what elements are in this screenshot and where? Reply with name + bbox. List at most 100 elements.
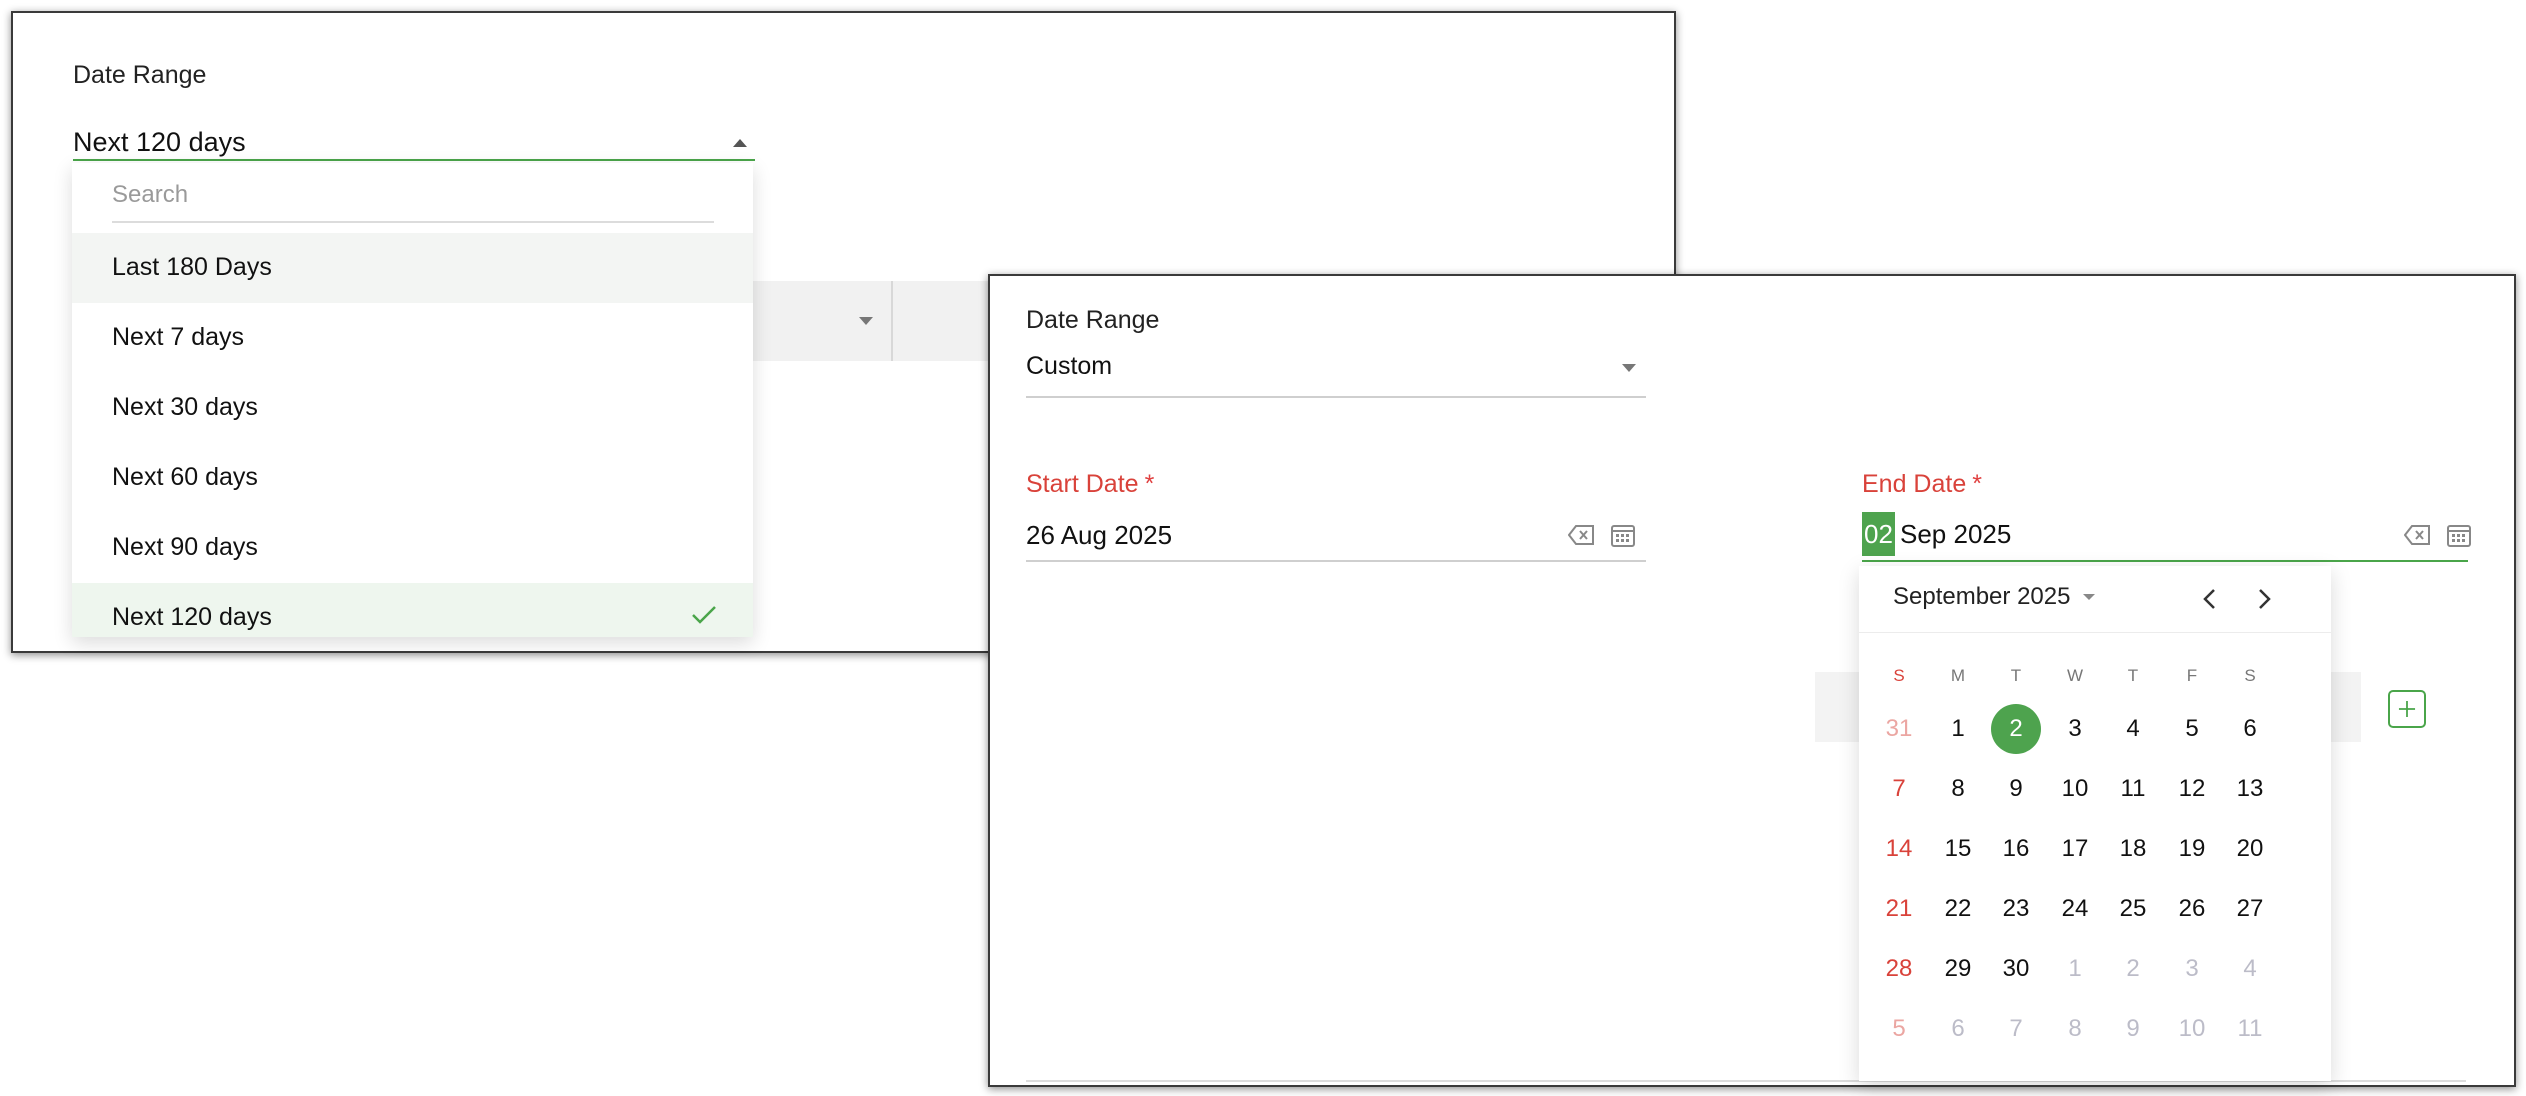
weekday-header: T (2010, 666, 2022, 685)
start-date-input[interactable]: 26 Aug 2025 (1026, 520, 1172, 551)
date-range-value: Custom (1026, 352, 1113, 380)
calendar-day[interactable]: 24 (2050, 884, 2100, 934)
calendar-day[interactable]: 10 (2050, 764, 2100, 814)
calendar-icon[interactable] (1610, 522, 1636, 548)
dropdown-option-label: Next 30 days (112, 393, 258, 421)
dropdown-option-label: Last 180 Days (112, 253, 272, 281)
dropdown-option[interactable]: Next 30 days (72, 373, 753, 443)
calendar-day[interactable]: 22 (1933, 884, 1983, 934)
calendar-day[interactable]: 10 (2167, 1004, 2217, 1054)
dropdown-option-label: Next 90 days (112, 533, 258, 561)
calendar-day[interactable]: 19 (2167, 824, 2217, 874)
start-date-underline (1026, 560, 1646, 562)
calendar-day[interactable]: 25 (2108, 884, 2158, 934)
weekday-header: M (1950, 666, 1966, 685)
dropdown-option[interactable]: Last 180 Days (72, 233, 753, 303)
dropdown-option[interactable]: Next 60 days (72, 443, 753, 513)
caret-up-icon (733, 139, 747, 147)
caret-down-icon (2083, 594, 2096, 600)
end-date-day-segment: 02 (1862, 512, 1895, 556)
calendar-day[interactable]: 21 (1874, 884, 1924, 934)
divider (891, 281, 893, 361)
chevron-right-icon[interactable] (2253, 586, 2275, 612)
calendar-day[interactable]: 9 (1991, 764, 2041, 814)
calendar-day[interactable]: 5 (2167, 704, 2217, 754)
calendar-day[interactable]: 14 (1874, 824, 1924, 874)
date-picker-calendar: September 2025 SMTWTFS 31 1 2 3 4 5 6 7 8 9 10 11 12… (1859, 566, 2331, 1081)
calendar-day[interactable]: 3 (2050, 704, 2100, 754)
dropdown-search-input[interactable]: Search (112, 181, 188, 209)
calendar-day[interactable]: 8 (2050, 1004, 2100, 1054)
date-range-label: Date Range (1026, 306, 1160, 334)
chevron-left-icon[interactable] (2199, 586, 2221, 612)
dropdown-option[interactable]: Next 120 days (72, 583, 753, 637)
calendar-day[interactable]: 6 (2225, 704, 2275, 754)
calendar-day[interactable]: 11 (2108, 764, 2158, 814)
calendar-day-selected[interactable]: 2 (1991, 704, 2041, 754)
caret-down-icon[interactable] (859, 317, 873, 325)
calendar-day[interactable]: 1 (1933, 704, 1983, 754)
search-underline (112, 221, 714, 223)
end-date-rest: Sep 2025 (1900, 519, 2012, 549)
dropdown-option[interactable]: Next 7 days (72, 303, 753, 373)
calendar-day[interactable]: 7 (1991, 1004, 2041, 1054)
end-date-label: End Date * (1862, 470, 1982, 499)
calendar-day[interactable]: 6 (1933, 1004, 1983, 1054)
calendar-icon[interactable] (2446, 522, 2472, 548)
calendar-day[interactable]: 17 (2050, 824, 2100, 874)
calendar-day[interactable]: 30 (1991, 944, 2041, 994)
calendar-day[interactable]: 3 (2167, 944, 2217, 994)
date-range-dropdown: Search Last 180 Days Next 7 days Next 30 d… (72, 163, 753, 637)
dropdown-option-label: Next 60 days (112, 463, 258, 491)
calendar-day[interactable]: 31 (1874, 704, 1924, 754)
calendar-day[interactable]: 4 (2108, 704, 2158, 754)
dropdown-option-label: Next 120 days (112, 603, 272, 631)
calendar-day[interactable]: 15 (1933, 824, 1983, 874)
date-range-underline (1026, 396, 1646, 398)
calendar-day[interactable]: 27 (2225, 884, 2275, 934)
calendar-day[interactable]: 23 (1991, 884, 2041, 934)
calendar-day[interactable]: 18 (2108, 824, 2158, 874)
clear-icon[interactable] (1568, 524, 1596, 546)
required-mark: * (1972, 470, 1982, 498)
weekday-header: S (1893, 666, 1905, 685)
caret-down-icon (1622, 364, 1636, 372)
required-mark: * (1144, 470, 1155, 498)
calendar-day[interactable]: 4 (2225, 944, 2275, 994)
month-year-selector[interactable]: September 2025 (1893, 583, 2096, 611)
start-date-label: Start Date * (1026, 470, 1154, 499)
calendar-day[interactable]: 20 (2225, 824, 2275, 874)
calendar-day[interactable]: 9 (2108, 1004, 2158, 1054)
calendar-day[interactable]: 13 (2225, 764, 2275, 814)
calendar-day[interactable]: 7 (1874, 764, 1924, 814)
month-year-label: September 2025 (1893, 583, 2071, 610)
calendar-day[interactable]: 28 (1874, 944, 1924, 994)
calendar-day[interactable]: 8 (1933, 764, 1983, 814)
date-range-underline (73, 159, 755, 161)
calendar-header: September 2025 (1859, 566, 2331, 633)
weekday-header: W (2066, 666, 2084, 685)
end-date-label-text: End Date (1862, 470, 1967, 498)
calendar-day[interactable]: 1 (2050, 944, 2100, 994)
calendar-day[interactable]: 12 (2167, 764, 2217, 814)
weekday-header: T (2127, 666, 2139, 685)
calendar-day[interactable]: 5 (1874, 1004, 1924, 1054)
calendar-day[interactable]: 11 (2225, 1004, 2275, 1054)
clear-icon[interactable] (2404, 524, 2432, 546)
date-range-select[interactable]: Custom (1026, 352, 1646, 392)
date-range-selected-value: Next 120 days (73, 127, 246, 157)
end-date-input[interactable]: 02 Sep 2025 (1862, 512, 2462, 556)
date-range-panel-right: Date Range Custom Start Date * 26 Aug 202… (988, 274, 2516, 1087)
calendar-day[interactable]: 29 (1933, 944, 1983, 994)
check-icon (692, 606, 716, 624)
weekday-header: F (2186, 666, 2198, 685)
plus-icon[interactable] (2388, 690, 2426, 728)
date-range-label: Date Range (73, 61, 207, 89)
dropdown-option-label: Next 7 days (112, 323, 245, 351)
calendar-day[interactable]: 26 (2167, 884, 2217, 934)
calendar-day[interactable]: 2 (2108, 944, 2158, 994)
start-date-label-text: Start Date (1026, 470, 1139, 498)
dropdown-option[interactable]: Next 90 days (72, 513, 753, 583)
end-date-underline (1862, 560, 2468, 562)
calendar-day[interactable]: 16 (1991, 824, 2041, 874)
